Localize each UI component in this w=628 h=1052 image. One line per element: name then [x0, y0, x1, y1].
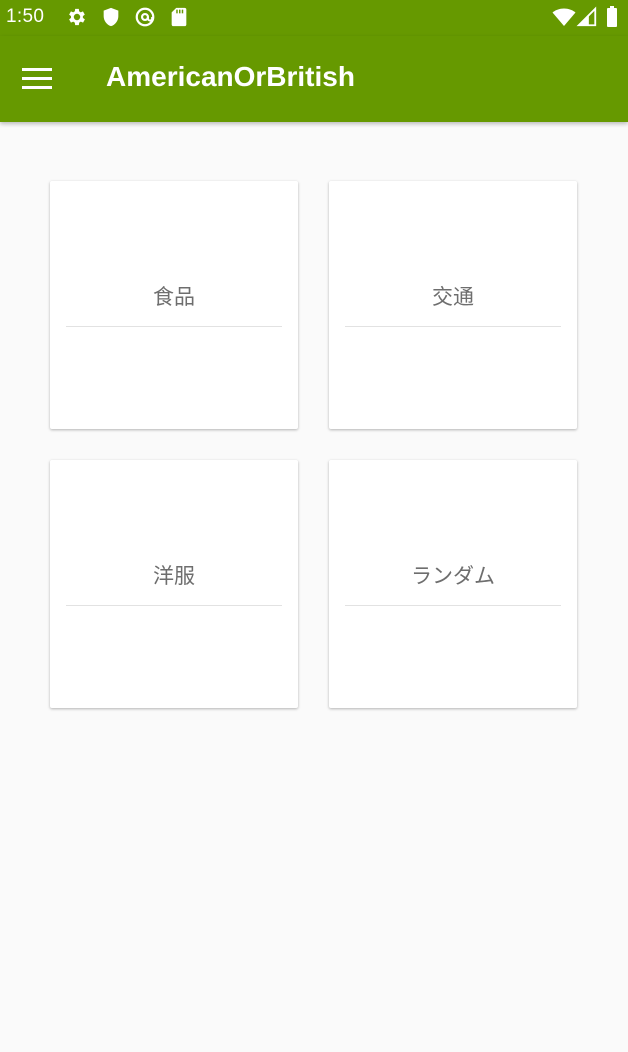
category-label: 洋服 [153, 564, 195, 588]
category-card-random[interactable]: ランダム [329, 460, 577, 708]
shield-icon [103, 7, 119, 27]
category-card-food[interactable]: 食品 [50, 181, 298, 429]
at-sign-icon [135, 7, 155, 27]
card-divider [66, 605, 282, 606]
status-time: 1:50 [6, 6, 45, 27]
battery-icon [607, 6, 617, 27]
status-bar: 1:50 [0, 0, 628, 36]
settings-icon [69, 8, 85, 26]
card-divider [66, 326, 282, 327]
category-card-clothes[interactable]: 洋服 [50, 460, 298, 708]
navigation-menu-button[interactable] [8, 51, 66, 107]
category-label: 交通 [432, 285, 474, 309]
app-toolbar: AmericanOrBritish [0, 36, 628, 122]
sd-card-icon [171, 7, 187, 27]
card-divider [345, 605, 561, 606]
hamburger-menu-icon [22, 68, 52, 89]
app-title: AmericanOrBritish [106, 61, 355, 92]
wifi-icon [552, 8, 576, 26]
card-divider [345, 326, 561, 327]
category-label: ランダム [411, 564, 495, 588]
category-label: 食品 [153, 285, 195, 309]
category-card-transport[interactable]: 交通 [329, 181, 577, 429]
cell-signal-icon [576, 6, 597, 27]
